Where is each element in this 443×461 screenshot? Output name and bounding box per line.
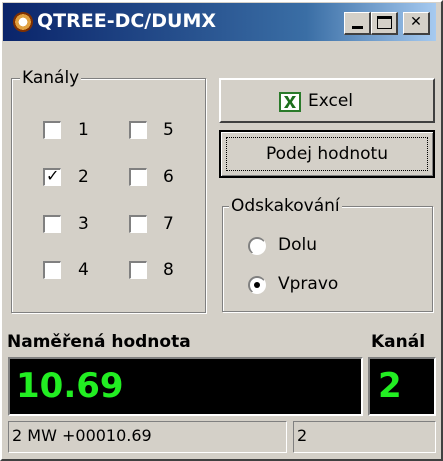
channel-label-8: 8 [163, 260, 174, 280]
status-channel: 2 [293, 421, 436, 453]
channel-checkbox-4[interactable] [43, 261, 61, 279]
excel-button[interactable]: Excel [219, 78, 435, 123]
close-icon: ✕ [410, 14, 422, 30]
channel-checkbox-5[interactable] [129, 121, 147, 139]
measured-value: 10.69 [16, 366, 124, 406]
excel-button-label: Excel [308, 91, 354, 111]
status-raw-value: 2 MW +00010.69 [8, 421, 287, 453]
maximize-icon [377, 16, 392, 29]
checkmark-icon: ✓ [46, 166, 60, 185]
radio-right-label: Vpravo [278, 274, 339, 294]
app-icon [13, 12, 33, 32]
measured-value-display: 10.69 [8, 357, 363, 416]
title-bar[interactable]: QTREE-DC/DUMX ✕ [3, 3, 436, 41]
channel-label-2: 2 [78, 167, 89, 187]
close-button[interactable]: ✕ [403, 12, 430, 35]
channel-label-6: 6 [163, 167, 174, 187]
jump-direction-group-label: Odskakování [229, 195, 342, 217]
radio-right[interactable] [248, 276, 266, 294]
channels-group-label: Kanály [20, 67, 82, 89]
jump-direction-group: Odskakování [222, 195, 433, 312]
channel-label-3: 3 [78, 214, 89, 234]
channel-label-4: 4 [78, 260, 89, 280]
radio-down[interactable] [248, 237, 266, 255]
radio-down-label: Dolu [278, 235, 317, 255]
excel-icon [279, 92, 301, 112]
channels-group: Kanály [11, 67, 206, 313]
channel-label-5: 5 [163, 120, 174, 140]
measured-value-label: Naměřená hodnota [7, 332, 191, 352]
channel-checkbox-7[interactable] [129, 215, 147, 233]
request-value-label: Podej hodnotu [265, 144, 388, 164]
channel-label-1: 1 [78, 120, 89, 140]
channel-header-label: Kanál [371, 332, 426, 352]
channel-display: 2 [368, 357, 436, 416]
request-value-button[interactable]: Podej hodnotu [219, 130, 435, 178]
window-title: QTREE-DC/DUMX [37, 10, 216, 32]
radio-selected-dot [254, 282, 260, 288]
channel-label-7: 7 [163, 214, 174, 234]
channel-checkbox-6[interactable] [129, 168, 147, 186]
channel-checkbox-2[interactable]: ✓ [43, 166, 61, 186]
channel-checkbox-1[interactable] [43, 121, 61, 139]
minimize-button[interactable] [344, 12, 371, 35]
channel-checkbox-3[interactable] [43, 215, 61, 233]
maximize-button[interactable] [371, 12, 398, 35]
channel-value: 2 [378, 366, 402, 406]
channel-checkbox-8[interactable] [129, 261, 147, 279]
minimize-icon [352, 26, 363, 29]
